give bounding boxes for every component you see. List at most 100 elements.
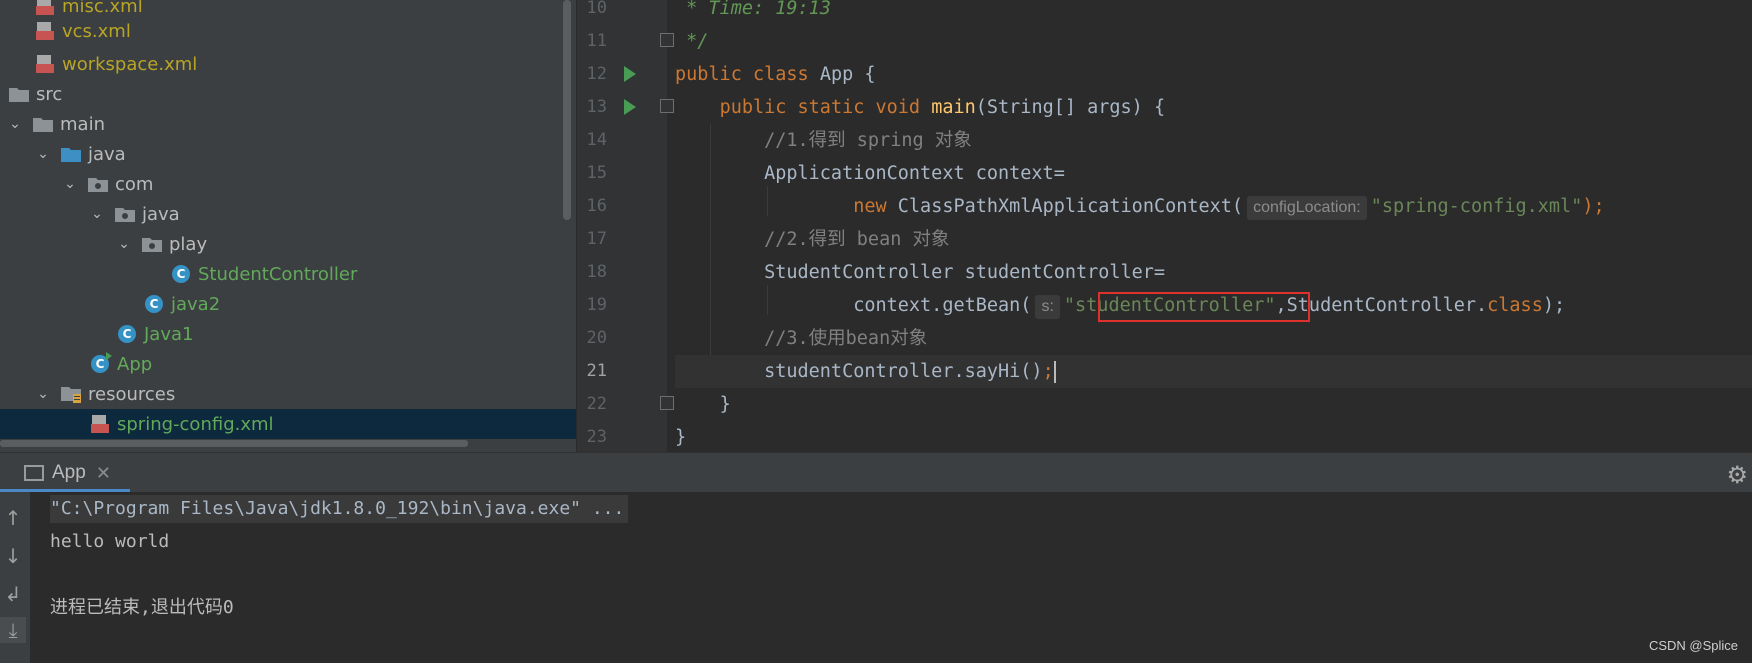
chevron-down-icon[interactable]: ⌄ [34, 139, 52, 169]
run-tab-app[interactable]: App ✕ [0, 453, 130, 493]
tree-item-label: src [36, 83, 63, 105]
scroll-to-end-icon[interactable]: ⤓ [0, 617, 26, 643]
chevron-down-icon[interactable]: ⌄ [6, 109, 24, 139]
editor-gutter: 10 11 12 13 14 15 16 17 18 19 20 21 22 2… [577, 0, 674, 452]
code-line-13: public static void main(String[] args) { [675, 91, 1752, 124]
console-exit-line: 进程已结束,退出代码0 [50, 597, 234, 618]
chevron-down-icon[interactable]: ⌄ [34, 379, 52, 409]
doc-comment: * Time: 19:13 [675, 0, 831, 19]
code-line-14: //1.得到 spring 对象 [675, 124, 1752, 157]
tree-item-java-source[interactable]: ⌄ java [0, 139, 576, 169]
tree-item-spring-config-xml[interactable]: spring-config.xml [0, 409, 576, 439]
tree-item-java-package[interactable]: ⌄ java [0, 199, 576, 229]
gear-icon[interactable]: ⚙ [1726, 461, 1748, 489]
tree-item-label: vcs.xml [62, 20, 131, 42]
keyword: public [675, 64, 742, 85]
code-text: ClassPathXmlApplicationContext( [897, 196, 1244, 217]
fold-marker-icon[interactable] [660, 33, 674, 47]
line-number: 13 [586, 97, 607, 117]
comment: //1.得到 spring 对象 [764, 130, 972, 151]
run-main-icon[interactable] [624, 99, 636, 115]
punctuation: ); [1542, 295, 1566, 316]
tree-vertical-scrollbar[interactable] [563, 0, 571, 220]
code-line-17: //2.得到 bean 对象 [675, 223, 1752, 256]
tree-item-label: java2 [171, 293, 221, 315]
run-console[interactable]: ↑ ↓ ↲ ⤓ "C:\Program Files\Java\jdk1.8.0_… [0, 492, 1752, 663]
run-class-icon[interactable] [624, 66, 636, 82]
line-number: 19 [586, 295, 607, 315]
resources-folder-icon [60, 383, 82, 405]
code-line-20: //3.使用bean对象 [675, 322, 1752, 355]
parameter-hint: configLocation: [1247, 196, 1367, 220]
folder-icon [8, 83, 30, 105]
arrow-down-icon[interactable]: ↓ [0, 543, 26, 569]
punctuation: ; [1042, 361, 1054, 382]
line-number: 10 [586, 0, 607, 18]
code-text: } [719, 394, 731, 415]
tree-item-label: main [60, 113, 105, 135]
tree-item-label: com [115, 173, 154, 195]
code-text: studentController.sayHi() [764, 361, 1043, 382]
line-number: 11 [586, 31, 607, 51]
run-tab-label: App [52, 462, 86, 483]
console-output-line: hello world [50, 531, 170, 552]
tree-item-src[interactable]: src [0, 79, 576, 109]
tree-item-studentcontroller[interactable]: C StudentController [0, 259, 576, 289]
close-icon[interactable]: ✕ [96, 463, 111, 484]
fold-marker-icon[interactable] [660, 99, 674, 113]
soft-wrap-icon[interactable]: ↲ [0, 581, 26, 607]
keyword: public static void [719, 97, 921, 118]
tree-item-label: play [169, 233, 208, 255]
package-icon [114, 203, 136, 225]
tree-item-workspace-xml[interactable]: workspace.xml [0, 49, 576, 79]
line-number: 20 [586, 328, 607, 348]
fold-marker-icon[interactable] [660, 396, 674, 410]
chevron-down-icon[interactable]: ⌄ [61, 169, 79, 199]
class-name: App { [819, 64, 876, 85]
text-caret [1053, 361, 1056, 383]
code-line-22: } [675, 388, 1752, 421]
code-line-12: public class App { [675, 58, 1752, 91]
punctuation: ); [1582, 196, 1605, 217]
line-number: 14 [586, 130, 607, 150]
tree-item-label: Java1 [144, 323, 194, 345]
tree-item-resources[interactable]: ⌄ resources [0, 379, 576, 409]
tree-horizontal-scrollbar[interactable] [0, 440, 468, 447]
comment: //3.使用bean对象 [764, 328, 928, 349]
tree-item-label: java [142, 203, 180, 225]
chevron-down-icon[interactable]: ⌄ [115, 229, 133, 259]
tree-item-vcs-xml[interactable]: vcs.xml [0, 16, 576, 46]
run-toolbar: ↑ ↓ ↲ ⤓ [0, 492, 30, 663]
code-line-18: StudentController studentController= [675, 256, 1752, 289]
comment: //2.得到 bean 对象 [764, 229, 950, 250]
highlight-annotation-box [1098, 292, 1310, 322]
tree-item-label: java [88, 143, 126, 165]
code-editor[interactable]: 10 11 12 13 14 15 16 17 18 19 20 21 22 2… [577, 0, 1752, 452]
run-tool-window-header: App ✕ ⚙ [0, 452, 1752, 493]
keyword: class [1487, 295, 1543, 316]
arrow-up-icon[interactable]: ↑ [0, 505, 26, 531]
tree-item-main[interactable]: ⌄ main [0, 109, 576, 139]
package-icon [141, 233, 163, 255]
code-line-10: * Time: 19:13 [675, 0, 1752, 25]
watermark: CSDN @Splice [1648, 638, 1738, 653]
tree-item-java1[interactable]: C Java1 [0, 319, 576, 349]
tree-item-java2[interactable]: C java2 [0, 289, 576, 319]
method-name: main [931, 97, 976, 118]
tree-item-app[interactable]: C App [0, 349, 576, 379]
tree-item-com[interactable]: ⌄ com [0, 169, 576, 199]
java-class-icon: C [170, 263, 192, 285]
xml-file-icon [89, 413, 111, 435]
line-number: 12 [586, 64, 607, 84]
package-icon [87, 173, 109, 195]
source-folder-icon [60, 143, 82, 165]
chevron-down-icon[interactable]: ⌄ [88, 199, 106, 229]
folder-icon [32, 113, 54, 135]
code-text: ApplicationContext context= [764, 163, 1065, 184]
method-signature: (String[] args) { [975, 97, 1166, 118]
java-class-icon: C [143, 293, 165, 315]
keyword: new [853, 196, 887, 217]
line-number: 18 [586, 262, 607, 282]
tree-item-play[interactable]: ⌄ play [0, 229, 576, 259]
line-number: 15 [586, 163, 607, 183]
